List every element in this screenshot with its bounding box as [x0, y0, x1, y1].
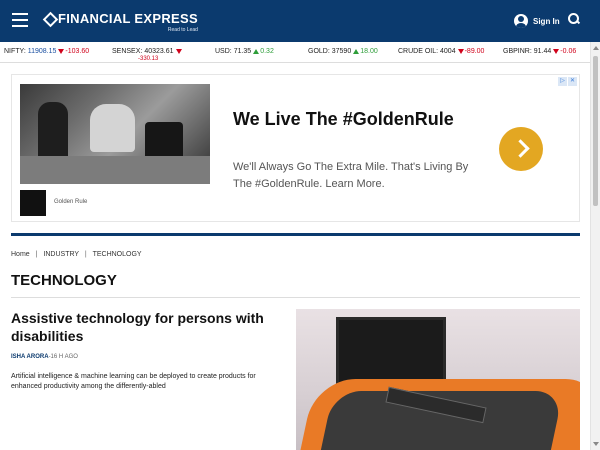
breadcrumb-home[interactable]: Home [11, 251, 30, 258]
arrow-up-icon [253, 48, 260, 54]
page-scrollbar[interactable] [590, 42, 600, 450]
article-author[interactable]: ISHA ARORA [11, 354, 49, 360]
ad-close-icon[interactable]: ✕ [568, 77, 577, 86]
article-byline: ISHA ARORA-16 H AGO [11, 354, 78, 360]
sign-in-label: Sign In [533, 16, 560, 26]
ad-brand-logo[interactable] [20, 190, 46, 216]
title-divider [11, 297, 580, 298]
breadcrumb-industry[interactable]: INDUSTRY [43, 251, 79, 258]
ticker-value: 91.44 [533, 48, 552, 55]
scrollbar-thumb[interactable] [593, 56, 598, 206]
article-headline[interactable]: Assistive technology for persons with di… [11, 309, 271, 345]
ticker-nifty[interactable]: NIFTY: 11908.15 -103.60 [4, 48, 89, 55]
brand-diamond-icon [44, 13, 55, 24]
ticker-value: 4004 [440, 48, 456, 55]
user-icon [514, 14, 528, 28]
ticker-label: GOLD: [308, 48, 330, 55]
arrow-up-icon [353, 48, 360, 54]
article-summary: Artificial intelligence & machine learni… [11, 373, 256, 390]
ticker-value: 11908.15 [27, 48, 57, 55]
ad-next-button[interactable] [499, 127, 543, 171]
arrow-down-icon [553, 48, 560, 54]
ticker-usd[interactable]: USD: 71.35 0.32 [215, 48, 274, 55]
ticker-label: USD: [215, 48, 232, 55]
arrow-down-icon [175, 48, 182, 54]
ticker-label: NIFTY: [4, 48, 26, 55]
arrow-down-icon [58, 48, 65, 54]
ticker-label: GBPINR: [503, 48, 532, 55]
breadcrumb: Home | INDUSTRY | TECHNOLOGY [11, 251, 142, 258]
breadcrumb-separator: | [35, 251, 38, 258]
ticker-gbpinr[interactable]: GBPINR: 91.44 -0.06 [503, 48, 576, 55]
search-icon[interactable] [568, 13, 580, 25]
ticker-gold[interactable]: GOLD: 37590 18.00 [308, 48, 378, 55]
brand-tagline: Read to Lead [167, 27, 198, 33]
brand-logo-row: FINANCIAL EXPRESS [44, 11, 198, 26]
advertisement-banner[interactable]: ▷ ✕ Golden Rule We Live The #GoldenRule … [11, 74, 580, 222]
ad-info-icon[interactable]: ▷ [558, 77, 567, 86]
page: FINANCIAL EXPRESS Read to Lead Sign In N… [0, 0, 600, 450]
ad-body: We'll Always Go The Extra Mile. That's L… [233, 161, 469, 190]
ticker-sensex-change: -330.13 [138, 56, 159, 62]
ad-image[interactable] [20, 84, 210, 184]
scroll-down-icon[interactable] [593, 442, 599, 446]
ad-brand-name: Golden Rule [54, 199, 88, 205]
scroll-up-icon[interactable] [593, 46, 599, 50]
ticker-sensex[interactable]: SENSEX: 40323.61 [112, 48, 183, 55]
monitor-shape [336, 317, 446, 387]
ticker-change: -89.00 [464, 48, 485, 55]
top-navigation-bar: FINANCIAL EXPRESS Read to Lead Sign In [0, 0, 600, 42]
breadcrumb-technology[interactable]: TECHNOLOGY [93, 251, 142, 258]
arrow-down-icon [457, 48, 464, 54]
breadcrumb-separator: | [84, 251, 87, 258]
ticker-label: CRUDE OIL: [398, 48, 439, 55]
page-title: TECHNOLOGY [11, 272, 117, 289]
ticker-crude-oil[interactable]: CRUDE OIL: 4004 -89.00 [398, 48, 484, 55]
ticker-change: 0.32 [260, 48, 274, 55]
ad-choices[interactable]: ▷ ✕ [558, 77, 577, 86]
ticker-change: -0.06 [560, 48, 577, 55]
ticker-value: 40323.61 [144, 48, 174, 55]
ticker-change: -103.60 [65, 48, 90, 55]
ad-headline[interactable]: We Live The #GoldenRule [233, 109, 454, 130]
brand-title: FINANCIAL EXPRESS [58, 11, 198, 26]
article-time: -16 H AGO [48, 354, 78, 360]
market-ticker: NIFTY: 11908.15 -103.60 SENSEX: 40323.61 … [0, 42, 590, 63]
article-image[interactable] [296, 309, 580, 450]
ticker-value: 37590 [331, 48, 352, 55]
brand-logo[interactable]: FINANCIAL EXPRESS Read to Lead [44, 11, 198, 33]
ticker-label: SENSEX: [112, 48, 143, 55]
menu-icon[interactable] [12, 13, 28, 27]
section-divider [11, 233, 580, 236]
ticker-change: 18.00 [360, 48, 378, 55]
sign-in-button[interactable]: Sign In [514, 14, 560, 28]
ticker-value: 71.35 [233, 48, 252, 55]
